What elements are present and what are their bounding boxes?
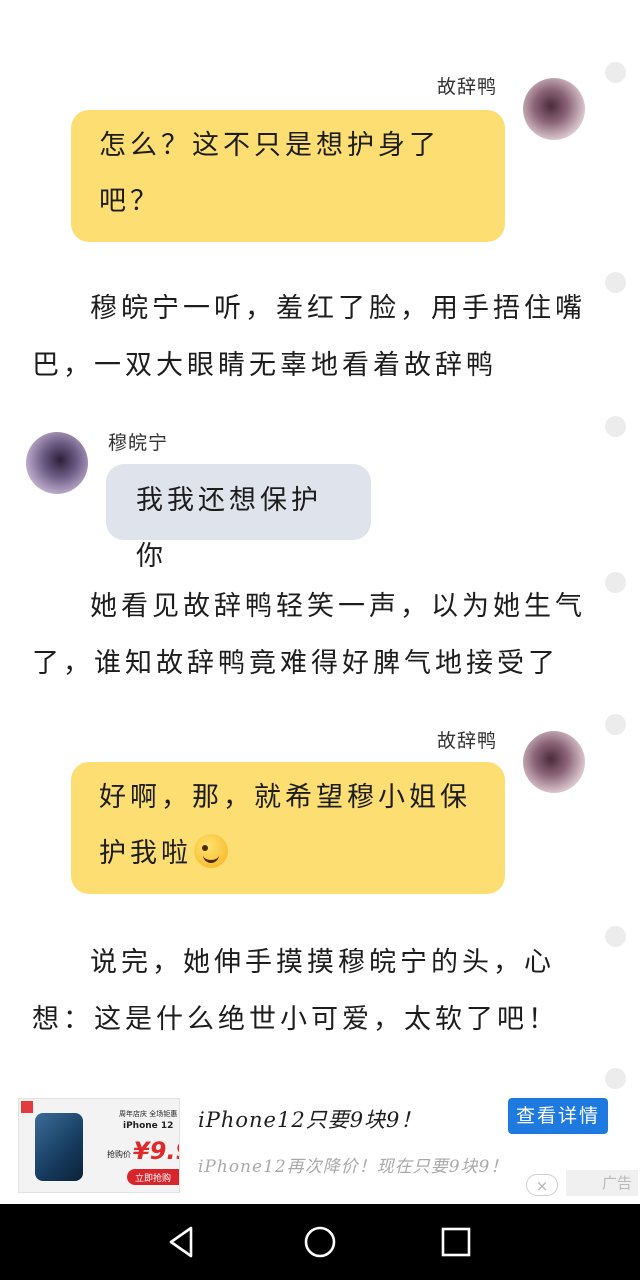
home-icon[interactable] <box>300 1222 340 1262</box>
paragraph-comment-dot[interactable] <box>605 926 626 947</box>
ad-image-price: ¥9.9 <box>133 1137 179 1165</box>
chat-bubble-text: 好啊，那，就希望穆小姐保护我啦 <box>99 782 471 869</box>
story-paragraph: 穆皖宁一听，羞红了脸，用手捂住嘴巴，一双大眼睛无辜地看着故辞鸭 <box>32 293 586 381</box>
ad-image-price-label: 抢购价 <box>107 1150 131 1159</box>
avatar[interactable] <box>26 432 88 494</box>
recents-icon[interactable] <box>436 1222 476 1262</box>
ad-image-header: 周年店庆 全场钜惠 <box>119 1110 178 1118</box>
winking-face-icon <box>194 834 228 868</box>
ad-badge: 广告 <box>566 1170 638 1196</box>
close-ad-button[interactable]: × <box>526 1174 558 1196</box>
chat-story: 故辞鸭 怎么？这不只是想护身了吧？ 穆皖宁一听，羞红了脸，用手捂住嘴巴，一双大眼… <box>0 0 640 1200</box>
view-details-button[interactable]: 查看详情 <box>508 1098 608 1134</box>
back-icon[interactable] <box>162 1222 202 1262</box>
speaker-name: 故辞鸭 <box>437 76 498 98</box>
ad-image-button: 立即抢购 <box>127 1169 179 1185</box>
ad-badge-label: 广告 <box>601 1174 632 1192</box>
ad-image-model: iPhone 12 <box>123 1121 174 1131</box>
story-paragraph: 她看见故辞鸭轻笑一声，以为她生气了，谁知故辞鸭竟难得好脾气地接受了 <box>32 591 586 679</box>
ad-banner[interactable]: 周年店庆 全场钜惠 iPhone 12 抢购价 ¥9.9 立即抢购 iPhone… <box>0 1092 640 1204</box>
avatar[interactable] <box>523 78 585 140</box>
ad-logo-icon <box>21 1101 33 1113</box>
paragraph-comment-dot[interactable] <box>605 416 626 437</box>
paragraph-comment-dot[interactable] <box>605 1068 626 1089</box>
chat-bubble: 怎么？这不只是想护身了吧？ <box>71 110 505 242</box>
ad-image[interactable]: 周年店庆 全场钜惠 iPhone 12 抢购价 ¥9.9 立即抢购 <box>18 1098 180 1193</box>
paragraph-comment-dot[interactable] <box>605 62 626 83</box>
story-paragraph: 说完，她伸手摸摸穆皖宁的头，心想：这是什么绝世小可爱，太软了吧！ <box>32 947 559 1035</box>
ad-image-button-label: 立即抢购 <box>135 1174 172 1184</box>
paragraph-comment-dot[interactable] <box>605 572 626 593</box>
phone-image <box>35 1113 83 1181</box>
chat-bubble: 我我还想保护你 <box>106 464 371 572</box>
avatar[interactable] <box>523 731 585 793</box>
paragraph-comment-dot[interactable] <box>605 272 626 293</box>
system-navigation-bar <box>0 1204 640 1280</box>
speaker-name: 穆皖宁 <box>108 432 169 454</box>
paragraph-comment-dot[interactable] <box>605 714 626 735</box>
ad-title[interactable]: iPhone12只要9块9！ <box>198 1104 422 1134</box>
chat-bubble: 好啊，那，就希望穆小姐保护我啦 <box>71 762 505 894</box>
ad-subtitle: iPhone12再次降价！现在只要9块9！ <box>198 1157 509 1177</box>
speaker-name: 故辞鸭 <box>437 730 498 752</box>
